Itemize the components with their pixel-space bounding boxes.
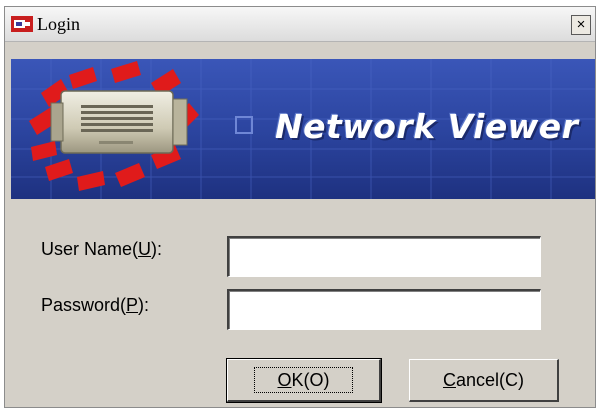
network-viewer-banner: Network Viewer (11, 59, 595, 199)
cancel-button-label: Cancel(C) (442, 370, 525, 390)
login-dialog: Login × Network Viewer User Name(U): Pas… (4, 6, 596, 408)
brand-title: Network Viewer (275, 107, 579, 146)
close-icon[interactable]: × (571, 15, 591, 35)
password-input[interactable] (227, 289, 541, 330)
ip-camera-icon (50, 90, 188, 154)
ok-button[interactable]: OK(O) (226, 358, 382, 403)
title-bar[interactable]: Login × (5, 7, 595, 42)
password-label: Password(P): (41, 295, 150, 315)
username-input[interactable] (227, 236, 541, 277)
cancel-button[interactable]: Cancel(C) (409, 359, 559, 402)
camera-app-icon (11, 16, 33, 32)
ok-button-label: OK(O) (254, 367, 353, 393)
username-label: User Name(U): (41, 239, 163, 259)
window-title: Login (37, 14, 80, 34)
